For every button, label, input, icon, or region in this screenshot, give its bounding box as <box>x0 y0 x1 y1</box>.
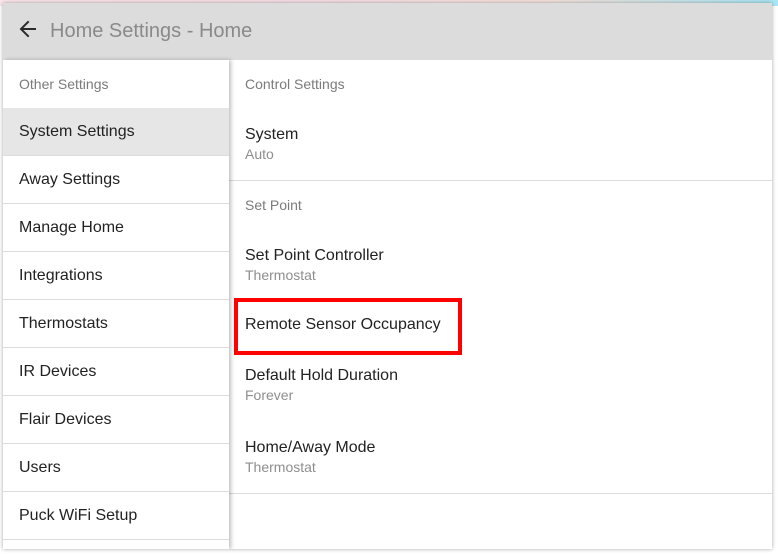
setting-value: Auto <box>245 146 274 162</box>
back-button[interactable] <box>15 19 41 45</box>
set-point-controller-setting[interactable]: Set Point Controller Thermostat <box>229 229 772 301</box>
set-point-header: Set Point <box>245 197 302 213</box>
setting-value: Thermostat <box>245 267 316 283</box>
setting-label: Default Hold Duration <box>245 367 398 384</box>
system-setting[interactable]: System Auto <box>229 108 772 180</box>
arrow-left-icon <box>18 19 38 44</box>
setting-label: System <box>245 126 299 143</box>
sidebar-item-label: Puck WiFi Setup <box>19 506 138 524</box>
setting-value: Forever <box>245 387 294 403</box>
home-away-mode-setting[interactable]: Home/Away Mode Thermostat <box>229 421 772 493</box>
section-divider <box>229 493 772 494</box>
sidebar-item-users[interactable]: Users <box>3 444 229 492</box>
sidebar-item-puck-wifi-setup[interactable]: Puck WiFi Setup <box>3 492 229 540</box>
sidebar-item-label: Users <box>19 458 61 476</box>
settings-body: Other Settings System Settings Away Sett… <box>3 60 772 549</box>
sidebar-item-label: IR Devices <box>19 362 97 380</box>
sidebar-item-integrations[interactable]: Integrations <box>3 252 229 300</box>
sidebar-item-label: Manage Home <box>19 218 124 236</box>
sidebar: Other Settings System Settings Away Sett… <box>3 60 229 549</box>
sidebar-item-flair-devices[interactable]: Flair Devices <box>3 396 229 444</box>
sidebar-item-label: Flair Devices <box>19 410 112 428</box>
control-settings-header: Control Settings <box>245 76 345 92</box>
sidebar-item-label: Integrations <box>19 266 103 284</box>
sidebar-item-label: System Settings <box>19 122 135 140</box>
sidebar-item-manage-home[interactable]: Manage Home <box>3 204 229 252</box>
sidebar-item-label: Away Settings <box>19 170 121 188</box>
app-header: Home Settings - Home <box>3 3 772 60</box>
remote-sensor-occupancy-setting[interactable]: Remote Sensor Occupancy <box>229 301 772 349</box>
sidebar-item-system-settings[interactable]: System Settings <box>3 108 229 156</box>
default-hold-duration-setting[interactable]: Default Hold Duration Forever <box>229 349 772 421</box>
setting-value: Thermostat <box>245 459 316 475</box>
sidebar-header: Other Settings <box>19 76 109 92</box>
app-window: Home Settings - Home Other Settings Syst… <box>3 3 772 549</box>
setting-label: Home/Away Mode <box>245 439 376 456</box>
setting-label: Remote Sensor Occupancy <box>245 316 441 333</box>
settings-content: Control Settings System Auto Set Point S… <box>229 60 772 549</box>
sidebar-item-away-settings[interactable]: Away Settings <box>3 156 229 204</box>
sidebar-item-ir-devices[interactable]: IR Devices <box>3 348 229 396</box>
sidebar-item-thermostats[interactable]: Thermostats <box>3 300 229 348</box>
sidebar-item-label: Thermostats <box>19 314 108 332</box>
page-title: Home Settings - Home <box>50 20 253 42</box>
setting-label: Set Point Controller <box>245 247 384 264</box>
